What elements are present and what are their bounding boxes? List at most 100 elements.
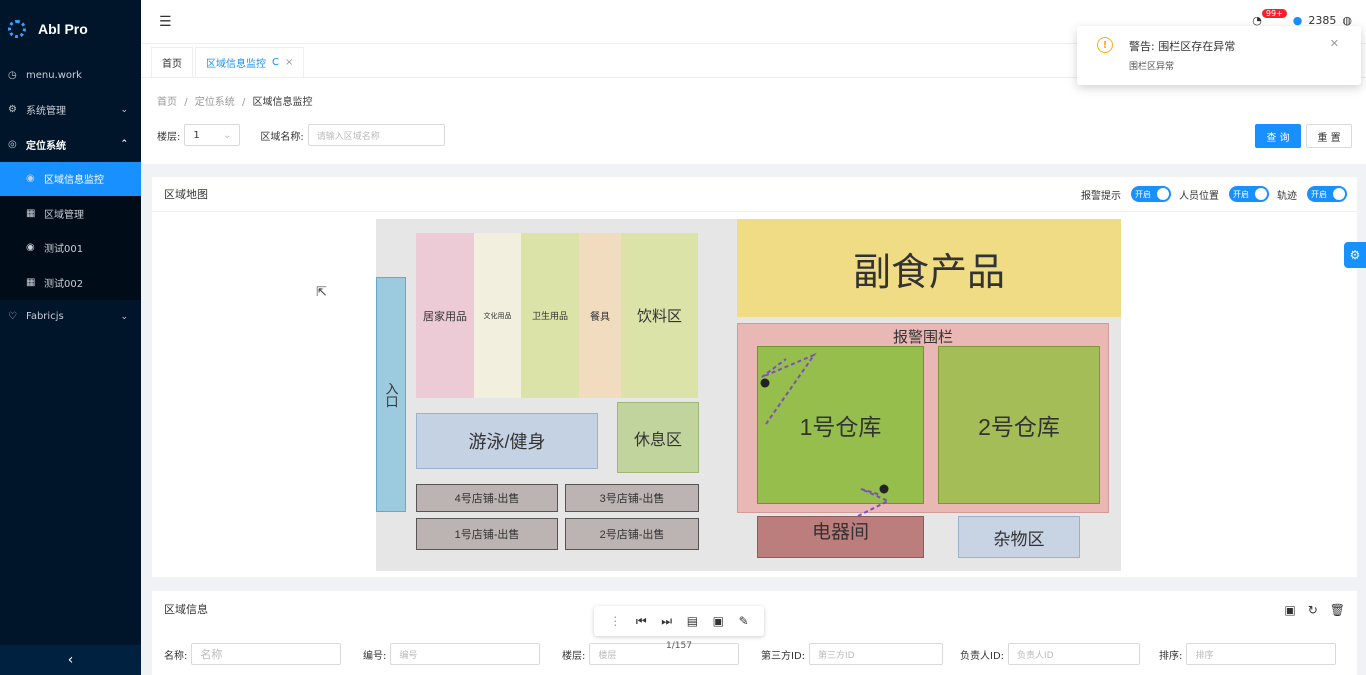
sidebar: Abl Pro ◷ menu.work ⚙ 系统管理 ⌄ ◎ 定位系统 ⌃ ◉ … — [0, 0, 141, 675]
menu-fold-icon[interactable]: ☰ — [159, 14, 172, 30]
chevron-left-icon: ‹ — [67, 652, 74, 668]
query-panel: 首页 / 定位系统 / 区域信息监控 楼层: 1 ⌄ 区域名称: 请输入区域名称… — [141, 78, 1366, 164]
person-switch[interactable]: 开启 — [1229, 186, 1269, 202]
tab-label: 区域信息监控 — [206, 59, 266, 70]
first-icon[interactable]: ⏮ — [636, 614, 647, 629]
info-actions: ▣ ↻ 🗑 — [1284, 603, 1345, 617]
map-card-title: 区域地图 — [164, 188, 208, 201]
bulb-icon: ♡ — [8, 311, 17, 323]
reset-button[interactable]: 重 置 — [1306, 124, 1352, 148]
field-sort: 排序: 排序 — [1159, 643, 1349, 665]
map-card: 区域地图 报警提示 开启 人员位置 开启 轨迹 开启 入口 居家用品 文化用品 … — [152, 177, 1357, 577]
sidebar-item-menu-work[interactable]: ◷ menu.work — [0, 58, 141, 93]
tab-label: 首页 — [162, 59, 182, 70]
field-name: 名称: 名称 — [164, 643, 363, 665]
breadcrumb-current: 区域信息监控 — [252, 97, 313, 108]
field-floor: 楼层: 楼层 — [562, 643, 761, 665]
sidebar-item-label: 定位系统 — [26, 140, 66, 152]
floor-input[interactable]: 楼层 — [589, 643, 740, 665]
breadcrumb: 首页 / 定位系统 / 区域信息监控 — [157, 93, 313, 108]
track-switch-label: 轨迹 — [1277, 190, 1297, 202]
warning-notification: ! 警告: 围栏区存在异常 围栏区异常 ✕ — [1077, 26, 1361, 85]
owner-id-input[interactable]: 负责人ID — [1008, 643, 1141, 665]
eye-icon: ◉ — [26, 173, 35, 185]
location-icon: ◎ — [8, 138, 17, 150]
refresh-icon[interactable]: ↻ — [1308, 603, 1318, 617]
floor-select[interactable]: 1 ⌄ — [184, 124, 241, 146]
floor-value: 1 — [193, 129, 200, 141]
breadcrumb-level2[interactable]: 定位系统 — [195, 97, 235, 108]
app-title: Abl Pro — [38, 21, 88, 37]
search-button[interactable]: 查 询 — [1255, 124, 1301, 148]
breadcrumb-sep: / — [184, 97, 188, 108]
code-input[interactable]: 编号 — [390, 643, 541, 665]
page-indicator: 1/157 — [666, 641, 692, 651]
save-icon[interactable]: ▤ — [687, 614, 698, 628]
map-card-header: 区域地图 报警提示 开启 人员位置 开启 轨迹 开启 — [152, 177, 1357, 212]
tab-area-monitor[interactable]: 区域信息监控 C × — [195, 47, 305, 77]
sidebar-item-system[interactable]: ⚙ 系统管理 ⌄ — [0, 93, 141, 128]
floor-map[interactable]: 入口 居家用品 文化用品 卫生用品 餐具 饮料区 游泳/健身 休息区 4号店铺-… — [376, 219, 1121, 571]
sidebar-item-label: menu.work — [26, 69, 82, 81]
chevron-down-icon: ⌄ — [120, 311, 128, 322]
table-icon: ▦ — [26, 276, 36, 288]
warning-icon: ! — [1097, 37, 1113, 53]
logo[interactable]: Abl Pro — [0, 0, 141, 58]
sort-input[interactable]: 排序 — [1186, 643, 1337, 665]
settings-gear-icon[interactable]: ⚙ — [1344, 242, 1366, 268]
sidebar-item-label: 系统管理 — [26, 106, 66, 118]
chevron-up-icon: ⌃ — [120, 139, 128, 150]
name-input[interactable]: 名称 — [191, 643, 342, 665]
sidebar-item-label: 测试001 — [44, 244, 84, 256]
chevron-down-icon: ⌄ — [120, 104, 128, 115]
logo-icon — [8, 20, 26, 38]
eye-icon: ◉ — [26, 242, 35, 254]
sidebar-item-label: Fabricjs — [26, 311, 64, 323]
sidebar-item-area-manage[interactable]: ▦ 区域管理 — [0, 196, 141, 231]
submenu-location: ◉ 区域信息监控 ▦ 区域管理 ◉ 测试001 ▦ 测试002 — [0, 161, 141, 300]
pen-icon[interactable]: ✎ — [739, 614, 749, 628]
query-form: 楼层: 1 ⌄ 区域名称: 请输入区域名称 — [157, 124, 445, 146]
field-third-id: 第三方ID: 第三方ID — [761, 643, 960, 665]
field-label: 楼层: — [562, 650, 586, 662]
person-marker-icon[interactable] — [879, 484, 889, 494]
area-label: 区域名称: — [260, 131, 304, 143]
sidebar-item-label: 区域信息监控 — [44, 175, 104, 187]
track-line — [761, 352, 817, 425]
notification-title: 警告: 围栏区存在异常 — [1129, 40, 1236, 53]
field-label: 负责人ID: — [960, 650, 1005, 662]
map-switches: 报警提示 开启 人员位置 开启 轨迹 开启 — [1081, 186, 1347, 202]
save-icon[interactable]: ▣ — [1284, 603, 1295, 617]
area-name-input[interactable]: 请输入区域名称 — [307, 124, 445, 146]
chevron-down-icon: ⌄ — [222, 129, 232, 141]
person-marker-icon[interactable] — [760, 378, 770, 388]
save-as-icon[interactable]: ▣ — [713, 614, 724, 628]
sidebar-item-area-monitor[interactable]: ◉ 区域信息监控 — [0, 161, 141, 196]
info-card-title: 区域信息 — [164, 602, 208, 616]
field-code: 编号: 编号 — [363, 643, 562, 665]
close-icon[interactable]: × — [285, 57, 293, 68]
close-icon[interactable]: ✕ — [1330, 37, 1339, 50]
refresh-icon[interactable]: C — [272, 57, 279, 68]
alarm-switch[interactable]: 开启 — [1131, 186, 1171, 202]
drawing-toolbar: ⋮ ⏮ ⏭ ▤ ▣ ✎ — [594, 606, 764, 636]
tab-home[interactable]: 首页 — [151, 47, 193, 77]
sidebar-item-fabricjs[interactable]: ♡ Fabricjs ⌄ — [0, 300, 141, 335]
track-switch[interactable]: 开启 — [1307, 186, 1347, 202]
field-owner-id: 负责人ID: 负责人ID — [960, 643, 1159, 665]
alarm-switch-label: 报警提示 — [1081, 190, 1121, 202]
delete-icon[interactable]: 🗑 — [1330, 603, 1345, 617]
sidebar-item-test001[interactable]: ◉ 测试001 — [0, 231, 141, 266]
breadcrumb-home[interactable]: 首页 — [157, 97, 177, 108]
third-id-input[interactable]: 第三方ID — [809, 643, 944, 665]
sidebar-item-location[interactable]: ◎ 定位系统 ⌃ — [0, 127, 141, 162]
table-icon: ▦ — [26, 207, 36, 219]
last-icon[interactable]: ⏭ — [661, 614, 672, 629]
field-label: 名称: — [164, 650, 188, 662]
floor-label: 楼层: — [157, 131, 181, 143]
collapse-sidebar-button[interactable]: ‹ — [0, 645, 141, 675]
drag-handle-icon[interactable]: ⋮ — [609, 614, 621, 628]
field-label: 排序: — [1159, 650, 1183, 662]
sidebar-item-test002[interactable]: ▦ 测试002 — [0, 265, 141, 300]
mouse-cursor-icon: ⇱ — [316, 285, 327, 300]
